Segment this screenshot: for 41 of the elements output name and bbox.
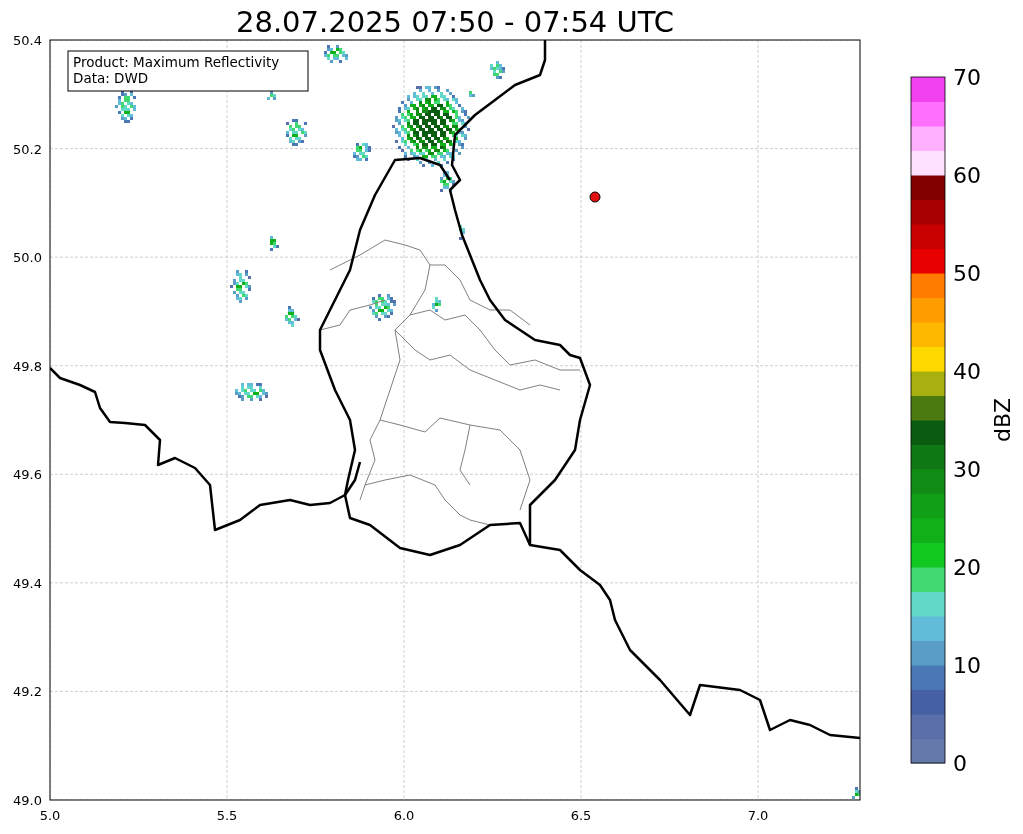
location-marker xyxy=(589,191,601,203)
colorbar-tick-label: 0 xyxy=(953,751,967,776)
radar-echo-drawing xyxy=(270,236,279,251)
y-tick-label: 49.2 xyxy=(13,684,42,700)
radar-echo-drawing xyxy=(230,270,251,303)
radar-echo-drawing xyxy=(324,45,348,63)
legend-text: Product: Maximum Reflectivity xyxy=(73,54,280,70)
x-tick-label: 6.5 xyxy=(570,808,592,823)
radar-echo-drawing xyxy=(115,90,136,123)
x-tick-label: 5.0 xyxy=(39,808,61,823)
radar-echo-drawing xyxy=(440,171,455,192)
radar-echo-drawing xyxy=(490,61,505,79)
radar-echo-drawing xyxy=(353,143,371,161)
y-tick-label: 50.0 xyxy=(13,250,42,266)
colorbar-tick-label: 60 xyxy=(953,163,981,188)
y-tick-label: 49.6 xyxy=(13,467,42,483)
radar-echo-drawing xyxy=(285,306,300,327)
radar-echo-drawing xyxy=(432,297,441,312)
legend-text: Data: DWD xyxy=(73,70,149,86)
y-tick-label: 50.2 xyxy=(13,141,42,157)
y-tick-label: 49.0 xyxy=(13,793,42,808)
x-tick-label: 7.0 xyxy=(747,808,769,823)
colorbar-tick-label: 40 xyxy=(953,359,981,384)
chart-title: 28.07.2025 07:50 - 07:54 UTC xyxy=(236,5,674,39)
x-tick-label: 5.5 xyxy=(216,808,238,823)
radar-echo-drawing xyxy=(267,91,276,100)
y-tick-label: 50.4 xyxy=(13,33,42,48)
y-tick-label: 49.4 xyxy=(13,575,42,591)
radar-echo-drawing xyxy=(459,225,465,240)
radar-echo-drawing xyxy=(369,294,396,321)
radar-echo-drawing xyxy=(852,787,860,799)
colorbar-tick-label: 20 xyxy=(953,555,981,580)
colorbar-tick-label: 10 xyxy=(953,653,981,678)
colorbar-label: dBZ xyxy=(990,397,1015,443)
radar-echo-drawing xyxy=(235,383,268,401)
y-tick-label: 49.8 xyxy=(13,358,42,374)
colorbar-tick-label: 50 xyxy=(953,261,981,286)
colorbar-tick-label: 30 xyxy=(953,457,981,482)
colorbar-tick-label: 70 xyxy=(953,65,981,90)
x-tick-label: 6.0 xyxy=(393,808,415,823)
radar-echo-drawing xyxy=(286,119,307,146)
